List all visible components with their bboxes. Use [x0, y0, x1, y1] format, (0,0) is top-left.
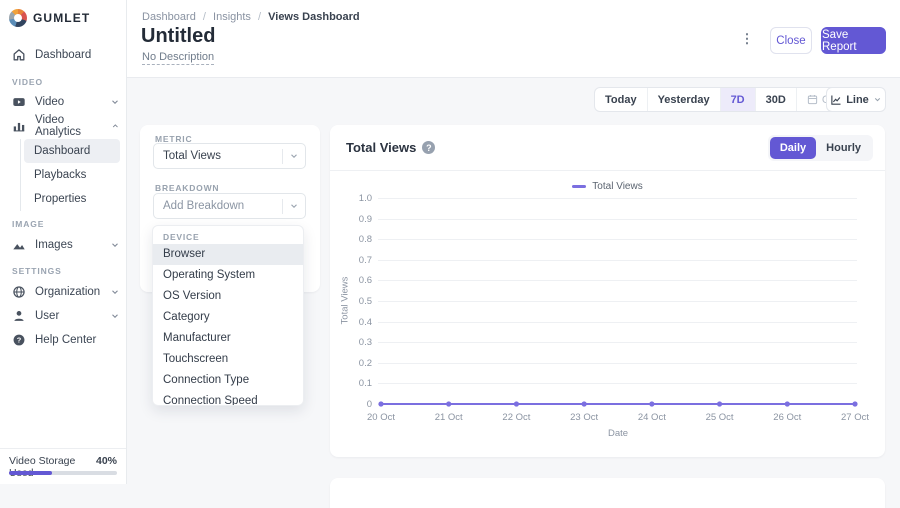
chart-type-select[interactable]: Line [826, 87, 886, 112]
sidebar-item-label: Organization [35, 286, 101, 298]
globe-icon [13, 286, 25, 298]
brand-logo[interactable]: GUMLET [9, 9, 90, 27]
video-icon [13, 98, 25, 106]
dropdown-item-manufacturer[interactable]: Manufacturer [153, 328, 303, 349]
sidebar-section-image: IMAGE [12, 219, 45, 229]
sidebar-item-label: User [35, 310, 60, 322]
sidebar-item-organization[interactable]: Organization [12, 283, 120, 301]
dropdown-item-category[interactable]: Category [153, 307, 303, 328]
sidebar-item-dashboard[interactable]: Dashboard [12, 46, 120, 64]
submenu-item-properties[interactable]: Properties [24, 187, 120, 211]
storage-progress-fill [9, 471, 53, 475]
chevron-up-icon [113, 124, 119, 128]
sidebar-item-label: Video Analytics [35, 114, 82, 138]
data-point[interactable] [581, 401, 587, 407]
dropdown-item-connection-type[interactable]: Connection Type [153, 370, 303, 391]
save-report-button[interactable]: Save Report [821, 27, 886, 54]
chevron-down-icon [112, 243, 118, 248]
page-header: Dashboard / Insights / Views Dashboard U… [127, 0, 900, 78]
data-point[interactable] [513, 401, 520, 407]
calendar-icon [807, 94, 817, 105]
metric-select-value: Total Views [163, 150, 221, 162]
submenu-item-playbacks[interactable]: Playbacks [24, 163, 120, 187]
sidebar-item-images[interactable]: Images [12, 236, 120, 254]
breakdown-dropdown-menu: DEVICE Browser Operating System OS Versi… [152, 225, 304, 406]
next-card-edge [330, 478, 885, 508]
dropdown-item-browser[interactable]: Browser [153, 244, 303, 265]
sidebar-item-label: Images [35, 239, 73, 251]
range-today-button[interactable]: Today [595, 88, 647, 111]
data-point[interactable] [378, 401, 384, 407]
images-icon [13, 244, 25, 250]
metric-select[interactable]: Total Views [153, 143, 306, 169]
kebab-menu-icon[interactable]: ⋮ [739, 29, 755, 49]
chevron-down-icon [112, 314, 118, 319]
chevron-down-icon [291, 204, 297, 209]
sidebar-item-label: Dashboard [35, 49, 92, 61]
chevron-down-icon [112, 290, 118, 295]
breakdown-label: BREAKDOWN [155, 183, 220, 193]
breadcrumb: Dashboard / Insights / Views Dashboard [142, 11, 360, 23]
close-button[interactable]: Close [770, 27, 812, 54]
storage-progress-bar [9, 471, 117, 475]
chart-type-label: Line [846, 93, 869, 106]
sidebar-item-video[interactable]: Video [12, 93, 120, 111]
user-icon [14, 311, 24, 321]
dropdown-item-connection-speed[interactable]: Connection Speed [153, 391, 303, 405]
breakdown-select[interactable]: Add Breakdown [153, 193, 306, 219]
sidebar-section-settings: SETTINGS [12, 266, 62, 276]
breadcrumb-insights[interactable]: Insights [213, 11, 251, 23]
video-analytics-submenu: Dashboard Playbacks Properties [20, 139, 120, 211]
range-30d-button[interactable]: 30D [754, 88, 796, 111]
dropdown-group-label: DEVICE [163, 232, 200, 242]
svg-text:?: ? [17, 336, 22, 345]
dropdown-item-touchscreen[interactable]: Touchscreen [153, 349, 303, 370]
dropdown-item-operating-system[interactable]: Operating System [153, 265, 303, 286]
data-point[interactable] [716, 401, 723, 407]
gumlet-logo-icon [9, 9, 27, 27]
description-link[interactable]: No Description [142, 51, 215, 65]
dropdown-item-os-version[interactable]: OS Version [153, 286, 303, 307]
range-yesterday-button[interactable]: Yesterday [646, 88, 720, 111]
breadcrumb-current: Views Dashboard [268, 11, 360, 23]
chevron-down-icon [874, 98, 880, 102]
sidebar-section-video: VIDEO [12, 77, 43, 87]
sidebar-item-label: Video [35, 96, 65, 108]
bar-chart-icon [13, 122, 25, 132]
storage-percent: 40% [95, 455, 117, 467]
submenu-item-dashboard[interactable]: Dashboard [24, 139, 120, 163]
sidebar-item-help-center[interactable]: ? Help Center [12, 331, 120, 349]
brand-name: GUMLET [33, 11, 91, 25]
storage-widget: Video Storage Used 40% [0, 448, 126, 484]
sidebar: GUMLET Dashboard VIDEO Video Video Analy… [0, 0, 127, 484]
home-icon [13, 49, 25, 61]
chevron-down-icon [291, 154, 297, 159]
line-chart-icon [831, 95, 841, 105]
range-7d-button[interactable]: 7D [719, 88, 755, 111]
breakdown-select-placeholder: Add Breakdown [163, 200, 245, 212]
page-title: Untitled [141, 25, 216, 47]
breadcrumb-dashboard[interactable]: Dashboard [142, 11, 196, 23]
breadcrumb-separator: / [258, 11, 262, 23]
data-point[interactable] [649, 401, 655, 407]
help-icon: ? [13, 334, 25, 346]
storage-label: Video Storage Used [9, 455, 76, 479]
data-point[interactable] [446, 401, 452, 407]
breadcrumb-separator: / [202, 11, 206, 23]
data-point[interactable] [784, 401, 790, 407]
sidebar-item-user[interactable]: User [12, 307, 120, 325]
sidebar-item-label: Help Center [35, 334, 97, 346]
chart-card: Total Views ? Daily Hourly Total Views T… [330, 125, 885, 457]
data-point[interactable] [852, 401, 858, 407]
chart-plot-area: Total Views Date 0 0.1 0.2 0.3 0.4 0.5 0.6 0.7 0… [330, 125, 885, 457]
plot-svg [378, 401, 858, 407]
chevron-down-icon [112, 100, 118, 105]
sidebar-item-video-analytics[interactable]: Video Analytics [12, 114, 120, 138]
